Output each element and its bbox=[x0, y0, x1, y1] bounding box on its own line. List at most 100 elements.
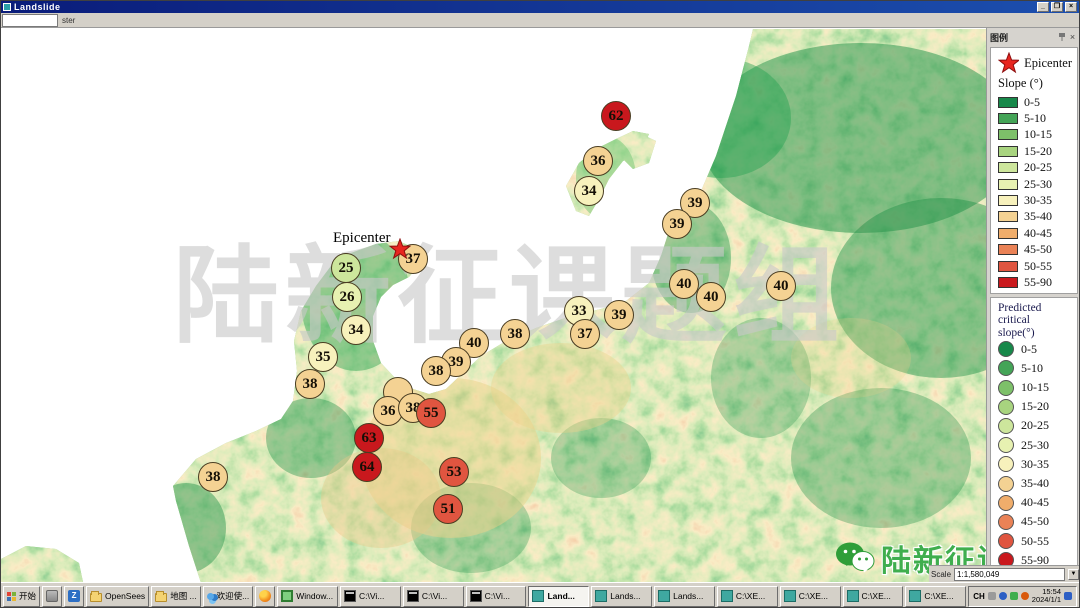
clock-date: 2024/1/1 bbox=[1032, 595, 1061, 604]
legend-swatch bbox=[998, 476, 1014, 492]
scale-combobox[interactable]: 1:1,580,049 bbox=[954, 568, 1065, 581]
legend-header[interactable]: 图例 × bbox=[990, 30, 1078, 44]
legend-range-label: 50-55 bbox=[1024, 259, 1052, 274]
quicklaunch-button[interactable]: Z bbox=[64, 586, 84, 607]
legend-range-label: 55-90 bbox=[1024, 275, 1052, 290]
restore-button[interactable]: ❐ bbox=[1051, 2, 1063, 12]
legend-range-label: 45-50 bbox=[1024, 242, 1052, 257]
pin-icon[interactable] bbox=[1056, 32, 1067, 43]
clock: 15:54 2024/1/1 bbox=[1032, 588, 1061, 604]
doc-icon bbox=[658, 590, 670, 602]
taskbar-window-button[interactable]: Lands... bbox=[654, 586, 715, 607]
map-marker: 64 bbox=[352, 452, 382, 482]
legend-close-icon[interactable]: × bbox=[1067, 32, 1078, 42]
legend-range-label: 40-45 bbox=[1021, 495, 1049, 510]
monitor-icon bbox=[281, 590, 293, 602]
start-button[interactable]: 开始 bbox=[3, 586, 40, 607]
doc-icon bbox=[847, 590, 859, 602]
legend-swatch bbox=[998, 456, 1014, 472]
printer-icon bbox=[46, 590, 58, 602]
taskbar-window-button[interactable]: Window... bbox=[277, 586, 338, 607]
legend-range-label: 50-55 bbox=[1021, 534, 1049, 549]
minimize-button[interactable]: _ bbox=[1037, 2, 1049, 12]
epicenter-star-icon bbox=[389, 238, 411, 260]
legend-range-label: 35-40 bbox=[1021, 476, 1049, 491]
map-canvas[interactable]: 陆新征课题组 623634393937252640404033393438374… bbox=[1, 28, 1080, 582]
taskbar: 开始 ZOpenSees 地图 ... 欢迎使... Window... C:\Vi.… bbox=[1, 582, 1079, 608]
legend-swatch bbox=[998, 129, 1018, 140]
terrain-raster bbox=[1, 28, 1080, 582]
legend-swatch bbox=[998, 146, 1018, 157]
window-button-label: C:\XE... bbox=[924, 591, 953, 601]
legend-swatch bbox=[998, 341, 1014, 357]
shield-tray-icon[interactable] bbox=[1010, 592, 1018, 600]
legend-range-label: 25-30 bbox=[1024, 177, 1052, 192]
taskbar-window-button[interactable]: C:\XE... bbox=[717, 586, 778, 607]
legend-range-label: 30-35 bbox=[1024, 193, 1052, 208]
quicklaunch-button[interactable] bbox=[255, 586, 275, 607]
app-window: Landslide _ ❐ × ster bbox=[0, 0, 1080, 608]
legend-range-label: 25-30 bbox=[1021, 438, 1049, 453]
legend-range-label: 30-35 bbox=[1021, 457, 1049, 472]
folder-icon bbox=[155, 593, 167, 602]
weiyun-icon bbox=[207, 593, 214, 600]
epicenter-label: Epicenter bbox=[333, 230, 390, 247]
window-button-label: C:\Vi... bbox=[485, 591, 510, 601]
legend-range-label: 0-5 bbox=[1024, 95, 1040, 110]
taskbar-window-button[interactable]: C:\Vi... bbox=[466, 586, 527, 607]
quicklaunch-button[interactable] bbox=[42, 586, 62, 607]
legend-swatch bbox=[998, 244, 1018, 255]
app-tray-icon[interactable] bbox=[999, 592, 1007, 600]
slope-legend-box: Epicenter Slope (°) 0-55-1010-1515-2020-… bbox=[990, 47, 1078, 294]
taskbar-window-button[interactable]: C:\XE... bbox=[905, 586, 966, 607]
legend-class-row: 40-45 bbox=[998, 493, 1072, 512]
alert-tray-icon[interactable] bbox=[1021, 592, 1029, 600]
legend-range-label: 20-25 bbox=[1024, 160, 1052, 175]
legend-class-row: 35-40 bbox=[998, 474, 1072, 493]
display-tray-icon[interactable] bbox=[988, 592, 996, 600]
legend-swatch bbox=[998, 418, 1014, 434]
legend-range-label: 10-15 bbox=[1024, 127, 1052, 142]
legend-class-row: 55-90 bbox=[998, 274, 1072, 290]
legend-class-row: 15-20 bbox=[998, 143, 1072, 159]
app-icon bbox=[3, 3, 11, 11]
cmd-icon bbox=[407, 590, 419, 602]
map-marker: 40 bbox=[696, 282, 726, 312]
titlebar[interactable]: Landslide _ ❐ × bbox=[1, 1, 1079, 13]
close-button[interactable]: × bbox=[1065, 2, 1077, 12]
quicklaunch-button[interactable]: 欢迎使... bbox=[203, 586, 254, 607]
toolbar-combobox[interactable] bbox=[2, 14, 58, 27]
taskbar-window-button[interactable]: C:\Vi... bbox=[340, 586, 401, 607]
window-button-label: Lands... bbox=[610, 591, 640, 601]
language-indicator[interactable]: CH bbox=[973, 592, 985, 601]
window-button-label: C:\XE... bbox=[736, 591, 765, 601]
doc-icon bbox=[595, 590, 607, 602]
quicklaunch-label: 地图 ... bbox=[170, 590, 196, 602]
toolbar-row: ster bbox=[1, 13, 1079, 28]
network-tray-icon[interactable] bbox=[1064, 592, 1072, 600]
legend-swatch bbox=[998, 277, 1018, 288]
legend-class-row: 0-5 bbox=[998, 340, 1072, 359]
legend-swatch bbox=[998, 162, 1018, 173]
taskbar-window-button[interactable]: C:\Vi... bbox=[403, 586, 464, 607]
legend-class-row: 5-10 bbox=[998, 359, 1072, 378]
legend-range-label: 35-40 bbox=[1024, 209, 1052, 224]
legend-swatch bbox=[998, 261, 1018, 272]
taskbar-window-button[interactable]: C:\XE... bbox=[843, 586, 904, 607]
taskbar-window-button[interactable]: Land... bbox=[528, 586, 589, 607]
doc-icon bbox=[721, 590, 733, 602]
window-button-label: C:\Vi... bbox=[359, 591, 384, 601]
taskbar-window-button[interactable]: C:\XE... bbox=[780, 586, 841, 607]
map-marker: 40 bbox=[766, 271, 796, 301]
taskbar-window-button[interactable]: Lands... bbox=[591, 586, 652, 607]
quicklaunch-button[interactable]: OpenSees bbox=[86, 586, 149, 607]
map-marker: 55 bbox=[416, 398, 446, 428]
legend-swatch bbox=[998, 380, 1014, 396]
map-marker: 25 bbox=[331, 253, 361, 283]
windows-flag-icon bbox=[7, 592, 16, 601]
legend-class-row: 20-25 bbox=[998, 416, 1072, 435]
legend-class-row: 30-35 bbox=[998, 455, 1072, 474]
scale-dropdown-arrow-icon[interactable]: ▼ bbox=[1068, 569, 1079, 580]
window-title: Landslide bbox=[14, 2, 1037, 12]
quicklaunch-button[interactable]: 地图 ... bbox=[151, 586, 200, 607]
